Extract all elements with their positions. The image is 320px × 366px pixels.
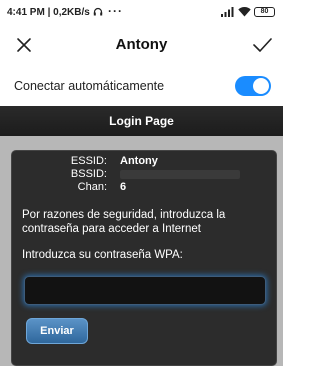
top-app-bar: Antony: [0, 26, 283, 64]
channel-value: 6: [120, 181, 127, 193]
status-net-speed: 0,2KB/s: [53, 7, 90, 18]
password-prompt: Introduzca su contraseña WPA:: [22, 249, 183, 261]
channel-row: Chan: 6: [12, 181, 278, 195]
login-page-header: Login Page: [0, 106, 283, 136]
status-time: 4:41 PM: [7, 7, 45, 18]
headset-icon: [93, 7, 102, 16]
status-left: 4:41 PM | 0,2KB/s: [7, 7, 103, 18]
channel-key: Chan:: [77, 181, 107, 193]
auto-connect-row: Conectar automáticamente: [0, 68, 283, 104]
signal-icon: [221, 7, 234, 17]
auto-connect-label: Conectar automáticamente: [14, 79, 165, 93]
wpa-password-input[interactable]: [24, 276, 266, 305]
status-right: 80: [221, 6, 275, 17]
status-bar: 4:41 PM | 0,2KB/s ··· 80: [0, 0, 283, 26]
submit-button[interactable]: Enviar: [26, 318, 88, 344]
check-icon[interactable]: [251, 35, 273, 55]
network-name-title: Antony: [115, 36, 168, 53]
bssid-key: BSSID:: [70, 168, 107, 180]
wifi-icon: [238, 7, 251, 17]
security-notice: Por razones de seguridad, introduzca la …: [22, 209, 226, 235]
bssid-row: BSSID:: [12, 168, 278, 182]
essid-value: Antony: [120, 155, 158, 167]
bssid-value: [120, 170, 240, 179]
essid-key: ESSID:: [70, 155, 107, 167]
toggle-knob: [253, 78, 269, 94]
login-panel: ESSID: Antony BSSID: Chan: 6 Por razones…: [11, 150, 277, 366]
auto-connect-toggle[interactable]: [235, 76, 271, 96]
battery-icon: 80: [254, 6, 275, 17]
essid-row: ESSID: Antony: [12, 155, 278, 169]
status-more-dots: ···: [108, 4, 123, 18]
